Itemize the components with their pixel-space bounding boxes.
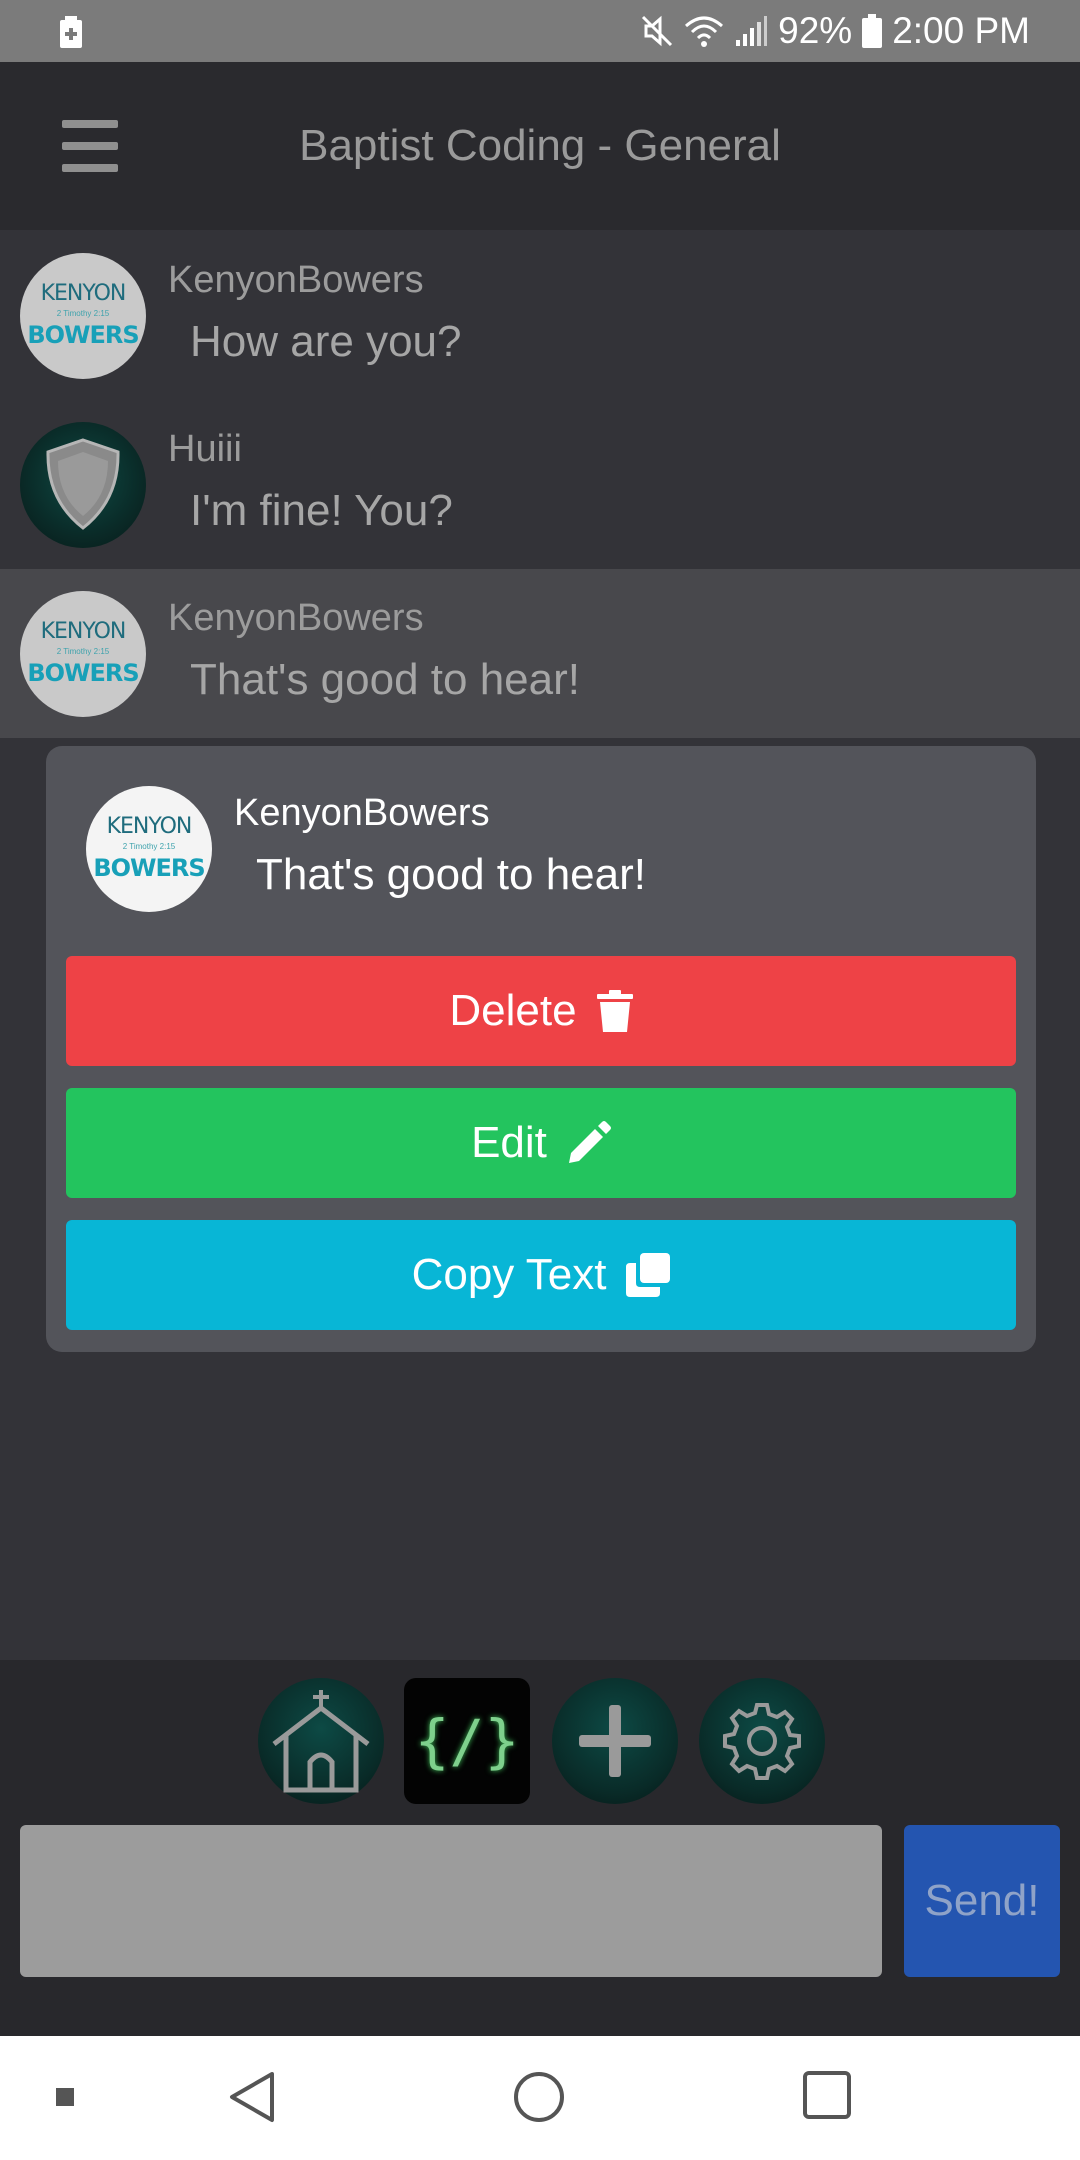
battery-percent: 92% bbox=[778, 10, 853, 51]
avatar[interactable]: KENYON 2 Timothy 2:15 BOWERS bbox=[20, 253, 146, 379]
copy-text-label: Copy Text bbox=[411, 1250, 607, 1299]
message-username: KenyonBowers bbox=[168, 259, 424, 301]
pencil-icon bbox=[568, 1121, 611, 1163]
popup-username: KenyonBowers bbox=[234, 792, 490, 834]
edit-label: Edit bbox=[471, 1118, 547, 1167]
bottom-toolbar: {/} Send! bbox=[0, 1660, 1080, 2036]
page-title: Baptist Coding - General bbox=[299, 121, 781, 170]
trash-icon bbox=[596, 990, 633, 1032]
popup-message-text: That's good to hear! bbox=[256, 850, 646, 899]
copy-text-button[interactable]: Copy Text bbox=[66, 1220, 1016, 1330]
message-text: How are you? bbox=[190, 317, 462, 366]
avatar[interactable]: KENYON 2 Timothy 2:15 BOWERS bbox=[20, 591, 146, 717]
message-username: KenyonBowers bbox=[168, 597, 424, 639]
shield-icon bbox=[46, 438, 120, 530]
clock: 2:00 PM bbox=[892, 10, 1030, 51]
edit-button[interactable]: Edit bbox=[66, 1088, 1016, 1198]
church-icon bbox=[272, 1690, 370, 1793]
message-item[interactable]: Huiii I'm fine! You? bbox=[0, 400, 1080, 569]
message-item[interactable]: KENYON 2 Timothy 2:15 BOWERS KenyonBower… bbox=[0, 231, 1080, 400]
battery-icon bbox=[862, 14, 883, 48]
church-button[interactable] bbox=[258, 1678, 384, 1804]
settings-button[interactable] bbox=[699, 1678, 825, 1804]
app-header: Baptist Coding - General bbox=[0, 62, 1080, 230]
signal-icon bbox=[736, 16, 768, 46]
wifi-icon bbox=[685, 16, 724, 47]
send-button[interactable]: Send! bbox=[904, 1825, 1060, 1977]
message-username: Huiii bbox=[168, 428, 242, 470]
system-nav-bar bbox=[0, 2036, 1080, 2160]
battery-saver-icon bbox=[60, 16, 82, 48]
code-button[interactable]: {/} bbox=[404, 1678, 530, 1804]
plus-icon bbox=[579, 1705, 651, 1777]
menu-dot-icon[interactable] bbox=[56, 2088, 74, 2106]
mute-icon bbox=[642, 15, 673, 47]
delete-button[interactable]: Delete bbox=[66, 956, 1016, 1066]
message-action-popup: KENYON 2 Timothy 2:15 BOWERS KenyonBower… bbox=[46, 746, 1036, 1352]
home-icon[interactable] bbox=[512, 2070, 566, 2124]
message-text: I'm fine! You? bbox=[190, 486, 453, 535]
avatar[interactable] bbox=[20, 422, 146, 548]
add-button[interactable] bbox=[552, 1678, 678, 1804]
message-item-selected[interactable]: KENYON 2 Timothy 2:15 BOWERS KenyonBower… bbox=[0, 569, 1080, 738]
avatar: KENYON 2 Timothy 2:15 BOWERS bbox=[86, 786, 212, 912]
message-input[interactable] bbox=[20, 1825, 882, 1977]
status-bar: 92% 2:00 PM bbox=[0, 0, 1080, 62]
code-icon: {/} bbox=[414, 1707, 520, 1775]
gear-icon bbox=[723, 1703, 801, 1780]
copy-icon bbox=[626, 1253, 671, 1297]
hamburger-menu-icon[interactable] bbox=[62, 120, 118, 172]
delete-label: Delete bbox=[449, 986, 577, 1035]
recents-icon[interactable] bbox=[802, 2070, 852, 2120]
back-icon[interactable] bbox=[228, 2070, 276, 2124]
message-text: That's good to hear! bbox=[190, 655, 580, 704]
